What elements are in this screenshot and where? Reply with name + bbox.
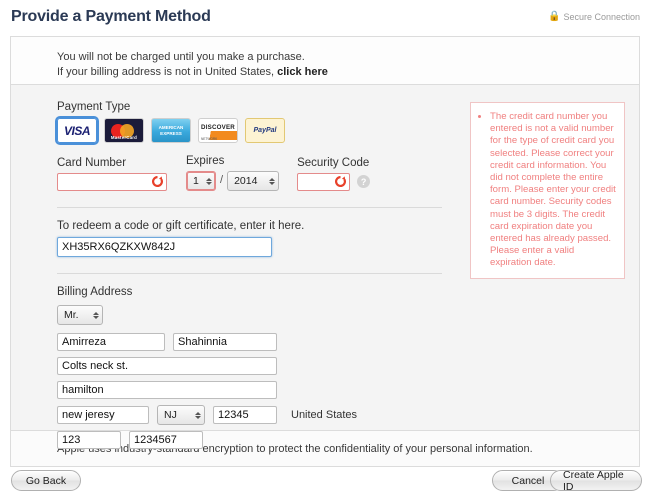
expires-group: Expires 1 / 2014	[186, 155, 280, 191]
last-name-input[interactable]	[173, 333, 277, 351]
phone-row	[57, 431, 639, 449]
lock-icon: 🔒	[547, 11, 561, 22]
state-value: NJ	[164, 409, 177, 421]
discover-sublabel: NETWORK	[201, 137, 218, 141]
expiry-year-select[interactable]: 2014	[227, 171, 280, 191]
card-number-input[interactable]	[57, 173, 167, 191]
divider-after-card	[57, 207, 442, 208]
city-input[interactable]	[57, 406, 149, 424]
redeem-code-input[interactable]	[57, 237, 272, 257]
title-value: Mr.	[64, 309, 79, 321]
help-icon[interactable]: ?	[357, 175, 371, 188]
street2-row	[57, 381, 639, 399]
amex-card-icon[interactable]: AMERICAN EXPRESS	[151, 118, 191, 143]
street-address-input[interactable]	[57, 357, 277, 375]
city-state-zip-row: NJ United States	[57, 405, 639, 425]
phone-number-input[interactable]	[129, 431, 203, 449]
security-code-label: Security Code	[297, 157, 370, 169]
security-code-wrapper	[297, 173, 351, 191]
phone-area-code-input[interactable]	[57, 431, 121, 449]
expires-label: Expires	[186, 155, 225, 167]
street-row	[57, 357, 639, 375]
state-select[interactable]: NJ	[157, 405, 205, 425]
chevron-updown-icon	[269, 177, 276, 185]
action-bar: Go Back Cancel Create Apple ID	[0, 469, 650, 494]
mastercard-card-icon[interactable]: MasterCard	[104, 118, 144, 143]
chevron-updown-icon	[206, 177, 212, 185]
security-code-input[interactable]	[297, 173, 351, 191]
zip-input[interactable]	[213, 406, 277, 424]
notice-line-2-text: If your billing address is not in United…	[57, 66, 278, 78]
card-number-wrapper	[57, 173, 167, 191]
discover-card-icon[interactable]: DISCOVER NETWORK	[198, 118, 238, 143]
street-address-2-input[interactable]	[57, 381, 277, 399]
expires-controls: 1 / 2014	[186, 171, 280, 191]
payment-form-panel: Payment Type VISA MasterCard AMERICAN EX…	[10, 84, 640, 449]
country-label: United States	[291, 409, 358, 421]
click-here-link[interactable]: click here	[277, 66, 328, 78]
visa-label: VISA	[63, 123, 91, 138]
chevron-updown-icon	[93, 311, 99, 319]
notice-bar: You will not be charged until you make a…	[10, 36, 640, 84]
notice-line-1: You will not be charged until you make a…	[57, 51, 305, 63]
title-select[interactable]: Mr.	[57, 305, 103, 325]
error-message: The credit card number you entered is no…	[490, 111, 616, 270]
chevron-updown-icon	[195, 411, 201, 419]
billing-address-label: Billing Address	[57, 286, 133, 298]
divider-after-redeem	[57, 273, 442, 274]
name-row	[57, 333, 639, 351]
mastercard-circles: MasterCard	[107, 123, 141, 140]
notice-line-2: If your billing address is not in United…	[57, 66, 639, 78]
expiry-month-value: 1	[193, 175, 199, 187]
expiry-month-select[interactable]: 1	[186, 171, 216, 191]
expiry-separator: /	[220, 174, 224, 186]
first-name-input[interactable]	[57, 333, 165, 351]
visa-card-icon[interactable]: VISA	[55, 116, 99, 145]
page-header: Provide a Payment Method 🔒 Secure Connec…	[0, 0, 650, 36]
secure-connection-indicator: 🔒 Secure Connection	[547, 11, 640, 23]
create-apple-id-button[interactable]: Create Apple ID	[550, 469, 642, 493]
discover-label: DISCOVER	[201, 124, 235, 131]
security-code-controls: ?	[297, 173, 371, 191]
secure-connection-label: Secure Connection	[563, 12, 640, 22]
go-back-button[interactable]: Go Back	[11, 470, 81, 491]
card-number-label: Card Number	[57, 157, 127, 169]
amex-label: AMERICAN EXPRESS	[158, 125, 184, 136]
paypal-label: PayPal	[253, 127, 277, 134]
validation-error-panel: The credit card number you entered is no…	[470, 102, 625, 279]
page-title: Provide a Payment Method	[11, 8, 211, 25]
expiry-year-value: 2014	[234, 175, 258, 187]
security-code-group: Security Code ?	[297, 157, 371, 191]
mastercard-label: MasterCard	[110, 134, 138, 140]
card-number-group: Card Number	[57, 157, 167, 191]
paypal-card-icon[interactable]: PayPal	[245, 118, 285, 143]
error-list: The credit card number you entered is no…	[477, 111, 616, 270]
